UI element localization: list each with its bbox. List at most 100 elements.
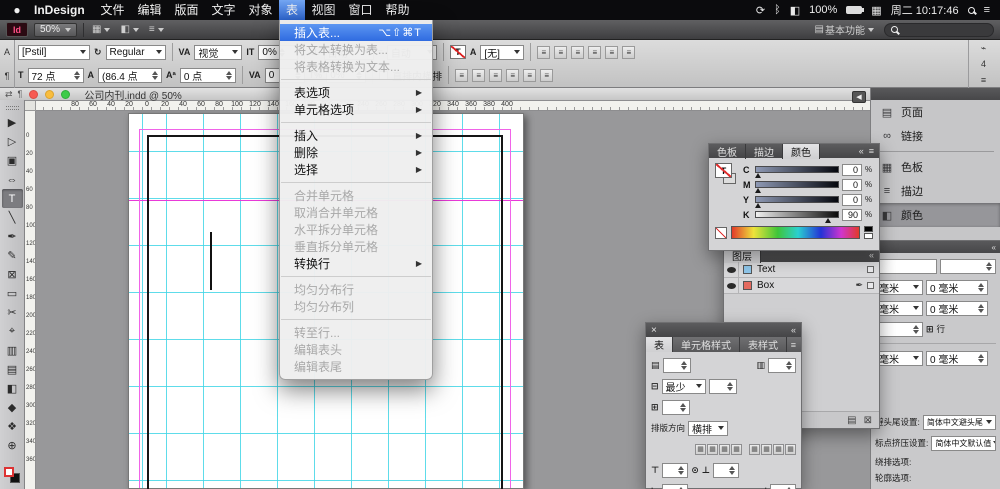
dock-item-links[interactable]: ∞ 链接: [871, 124, 1000, 148]
cyan-slider[interactable]: [755, 166, 839, 173]
eyedropper-tool[interactable]: ◆: [2, 398, 23, 417]
scissors-tool[interactable]: ✂: [2, 303, 23, 322]
dock-item-color[interactable]: ◧ 颜色: [871, 203, 1000, 227]
tab-table-styles[interactable]: 表样式: [740, 337, 787, 352]
app-menu-title[interactable]: InDesign: [34, 3, 94, 17]
panel-collapse-icon[interactable]: «: [859, 146, 864, 156]
justify-center-icon[interactable]: ≡: [605, 46, 618, 59]
offset-field-1[interactable]: 0 毫米: [926, 280, 988, 295]
stroke-style-select[interactable]: [无]: [480, 45, 524, 60]
page-tool[interactable]: ▣: [2, 151, 23, 170]
view-options-button[interactable]: ▦: [90, 24, 112, 35]
align-left-icon[interactable]: ≡: [537, 46, 550, 59]
inset-left-field[interactable]: [662, 484, 688, 489]
menu-item-unmerge-cells[interactable]: 取消合并单元格: [280, 204, 432, 221]
panel-menu-icon[interactable]: ≡: [791, 340, 796, 350]
link-insets-icon[interactable]: ⊙: [691, 465, 699, 476]
arrange-documents-button[interactable]: ≡: [147, 24, 166, 35]
panel-collapse-icon[interactable]: «: [791, 325, 796, 335]
table-panel-titlebar[interactable]: × «: [646, 323, 801, 337]
menubar-clock[interactable]: 周二 10:17:46: [891, 2, 959, 18]
yellow-value-field[interactable]: 0: [842, 194, 862, 206]
tab-stroke[interactable]: 描边: [746, 144, 783, 159]
zoom-level-select[interactable]: 50%: [34, 23, 77, 37]
menu-item-insert-table[interactable]: 插入表... ⌥⇧⌘T: [280, 24, 432, 41]
battery-icon[interactable]: [846, 6, 862, 14]
color-panel-header[interactable]: 色板 描边 颜色 « ≡: [709, 144, 879, 158]
visibility-toggle[interactable]: [724, 262, 739, 277]
row-height-mode-select[interactable]: 最少: [662, 379, 706, 394]
offset-field-3[interactable]: 0 毫米: [926, 351, 988, 366]
menu-item-distribute-columns-evenly[interactable]: 均匀分布列: [280, 298, 432, 315]
magenta-slider[interactable]: [755, 181, 839, 188]
panel-menu-icon[interactable]: ≡: [869, 146, 874, 156]
font-style-select[interactable]: Regular: [106, 45, 166, 60]
close-window-button[interactable]: [29, 90, 38, 99]
minimize-window-button[interactable]: [45, 90, 54, 99]
delete-layer-icon[interactable]: ⊠: [864, 415, 872, 426]
hand-tool[interactable]: ❖: [2, 417, 23, 436]
menu-item-edit-header[interactable]: 编辑表头: [280, 341, 432, 358]
character-color-swatch[interactable]: T: [450, 45, 466, 59]
white-swatch[interactable]: [864, 233, 873, 239]
notification-center-icon[interactable]: ≡: [984, 4, 990, 16]
black-slider[interactable]: [755, 211, 839, 218]
screen-mode-button[interactable]: ◧: [118, 24, 140, 35]
layer-row-text[interactable]: Text: [724, 262, 879, 278]
cell-align-center-icon[interactable]: ▦: [707, 444, 718, 455]
menu-item-split-cell-horizontally[interactable]: 水平拆分单元格: [280, 221, 432, 238]
unit-select-2[interactable]: 毫米: [875, 301, 923, 316]
align-center-icon[interactable]: ≡: [554, 46, 567, 59]
type-tool[interactable]: T: [2, 189, 23, 208]
panel-collapse-icon[interactable]: «: [869, 250, 874, 260]
close-icon[interactable]: ×: [646, 325, 662, 336]
paragraph-mode-button[interactable]: ¶: [0, 64, 14, 88]
justify-left-icon[interactable]: ≡: [588, 46, 601, 59]
pencil-tool[interactable]: ✎: [2, 246, 23, 265]
horizontal-ruler[interactable]: 8060402002040608010012014016018020022024…: [25, 101, 870, 111]
zoom-window-button[interactable]: [61, 90, 70, 99]
gradient-swatch-tool[interactable]: ▥: [2, 341, 23, 360]
text-rotate-0-icon[interactable]: ▦: [749, 444, 760, 455]
menu-item-convert-rows[interactable]: 转换行▶: [280, 255, 432, 272]
indent-right-icon[interactable]: ≡: [523, 69, 536, 82]
baseline-shift-field[interactable]: 0 点: [180, 68, 236, 83]
color-ramp[interactable]: [731, 226, 860, 239]
menubar-item-window[interactable]: 窗口: [342, 0, 379, 20]
layer-select-box[interactable]: [867, 266, 874, 273]
align-right-icon[interactable]: ≡: [571, 46, 584, 59]
tab-cell-styles[interactable]: 单元格样式: [673, 337, 740, 352]
direct-selection-tool[interactable]: ▷: [2, 132, 23, 151]
tools-panel-grip[interactable]: [6, 106, 19, 110]
dock-collapse-button[interactable]: ◀: [852, 91, 866, 103]
indent-first-icon[interactable]: ≡: [540, 69, 553, 82]
menu-item-cell-options[interactable]: 单元格选项▶: [280, 101, 432, 118]
menu-item-insert[interactable]: 插入▶: [280, 127, 432, 144]
menubar-item-object[interactable]: 对象: [242, 0, 279, 20]
gap-tool[interactable]: ⇔: [2, 170, 23, 189]
pen-tool[interactable]: ✒: [2, 227, 23, 246]
fill-stroke-proxy[interactable]: T: [715, 163, 737, 189]
row-height-value-field[interactable]: [709, 379, 737, 394]
text-rotate-180-icon[interactable]: ▦: [773, 444, 784, 455]
quick-apply-icon[interactable]: ⌁: [981, 43, 986, 54]
menubar-item-type[interactable]: 文字: [205, 0, 242, 20]
vertical-ruler[interactable]: 0204060801001201401601802002202402602803…: [25, 111, 36, 489]
spotlight-icon[interactable]: [968, 7, 975, 14]
bluetooth-icon[interactable]: ᛒ: [774, 4, 781, 16]
cell-align-top-icon[interactable]: ▦: [695, 444, 706, 455]
rectangle-frame-tool[interactable]: ⊠: [2, 265, 23, 284]
kerning-select[interactable]: 视觉: [194, 45, 242, 60]
dock-item-stroke[interactable]: ≡ 描边: [871, 179, 1000, 203]
layer-select-box[interactable]: [867, 282, 874, 289]
menubar-item-file[interactable]: 文件: [94, 0, 131, 20]
justify-right-icon[interactable]: ≡: [622, 46, 635, 59]
workspace-switcher[interactable]: ▤基本功能: [813, 22, 876, 37]
table-rows-field[interactable]: [663, 358, 691, 373]
font-size-field[interactable]: 72 点: [28, 68, 84, 83]
paragraph-marks-icon[interactable]: ¶: [18, 89, 23, 99]
magenta-value-field[interactable]: 0: [842, 179, 862, 191]
cyan-value-field[interactable]: 0: [842, 164, 862, 176]
leading-field[interactable]: (86.4 点: [98, 68, 162, 83]
menu-item-select[interactable]: 选择▶: [280, 161, 432, 178]
